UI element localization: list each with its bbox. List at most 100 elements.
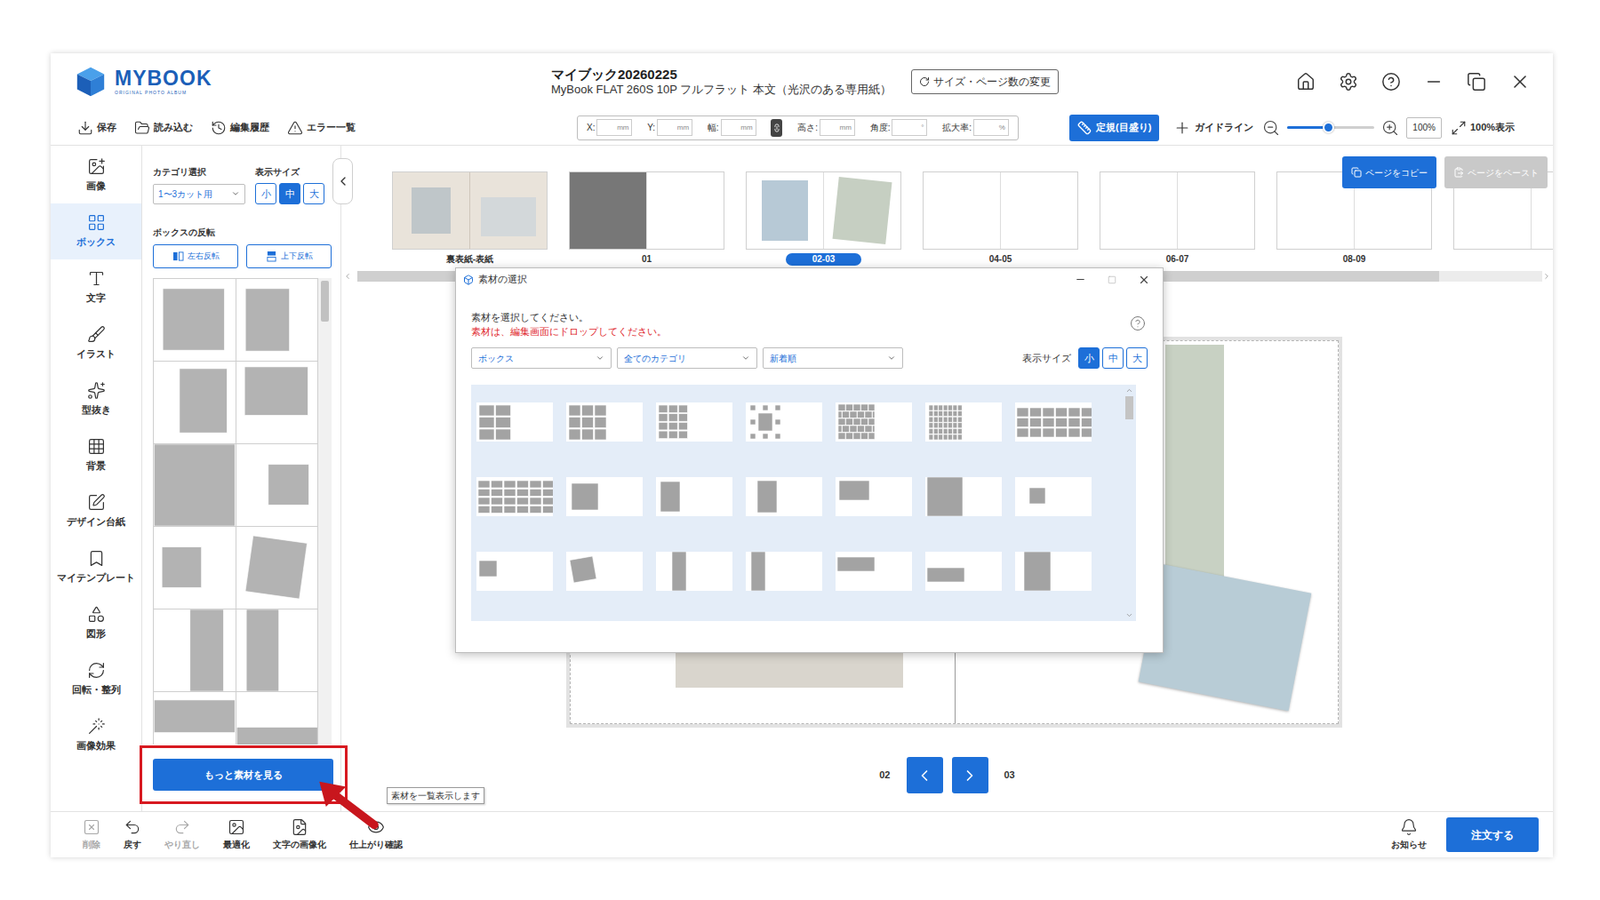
material-item[interactable] xyxy=(835,552,912,592)
material-item[interactable] xyxy=(745,402,823,442)
notice-button[interactable]: お知らせ xyxy=(1391,818,1427,852)
sidebar-item[interactable]: マイテンプレート xyxy=(50,539,142,596)
box-item[interactable] xyxy=(153,527,237,610)
material-item[interactable] xyxy=(476,477,553,517)
next-page-button[interactable] xyxy=(952,757,989,794)
material-item[interactable] xyxy=(835,477,912,517)
sidebar-item[interactable]: 画像 xyxy=(50,147,142,204)
material-item[interactable] xyxy=(566,402,643,442)
zoom-slider[interactable] xyxy=(1287,126,1375,129)
sidebar-item[interactable]: デザイン台紙 xyxy=(50,483,142,540)
sidebar-item[interactable]: 画像効果 xyxy=(50,707,142,764)
size-change-button[interactable]: サイズ・ページ数の変更 xyxy=(911,69,1059,95)
minimize-icon[interactable] xyxy=(1074,273,1087,286)
slider-thumb[interactable] xyxy=(1322,121,1335,134)
box-item[interactable] xyxy=(236,361,320,445)
bottom-action[interactable]: 文字の画像化 xyxy=(272,818,327,852)
filter-select[interactable]: ボックス xyxy=(471,347,612,369)
material-item[interactable] xyxy=(925,477,1002,517)
size-button[interactable]: 中 xyxy=(279,183,301,205)
copy-page-button[interactable]: ページをコピー xyxy=(1342,156,1437,189)
sidebar-item[interactable]: 図形 xyxy=(50,595,142,652)
order-button[interactable]: 注文する xyxy=(1446,817,1539,853)
material-item[interactable] xyxy=(476,402,553,442)
restore-icon[interactable] xyxy=(1466,72,1487,92)
material-item[interactable] xyxy=(566,552,643,592)
flip-button[interactable]: 上下反転 xyxy=(246,244,332,269)
sidebar-item[interactable]: 型抜き xyxy=(50,371,142,428)
prev-page-button[interactable] xyxy=(906,757,944,794)
guideline-button[interactable]: ガイドライン xyxy=(1173,119,1254,137)
fit-button[interactable]: 100%表示 xyxy=(1450,120,1515,136)
category-select[interactable]: 1〜3カット用 xyxy=(152,184,246,205)
ruler-button[interactable]: 定規(目盛り) xyxy=(1069,114,1160,142)
zoom-value[interactable]: 100% xyxy=(1406,117,1442,139)
sidebar-item[interactable]: 背景 xyxy=(50,427,142,484)
sidebar-item[interactable]: ボックス xyxy=(50,203,142,260)
box-item[interactable] xyxy=(236,692,320,745)
field-input[interactable]: mm xyxy=(596,119,632,136)
more-materials-button[interactable]: もっと素材を見る xyxy=(152,759,334,792)
size-button[interactable]: 中 xyxy=(1102,347,1124,369)
page-thumbnail[interactable]: 01 xyxy=(568,171,725,266)
box-item[interactable] xyxy=(153,692,237,745)
close-icon[interactable] xyxy=(1509,71,1531,93)
zoom-out-icon[interactable] xyxy=(1262,119,1280,137)
material-item[interactable] xyxy=(656,552,733,592)
box-item[interactable] xyxy=(236,609,320,693)
minimize-icon[interactable] xyxy=(1424,72,1444,92)
size-button[interactable]: 小 xyxy=(255,183,277,205)
dialog-scrollbar[interactable] xyxy=(1123,384,1136,622)
size-button[interactable]: 小 xyxy=(1078,347,1100,369)
sidebar-item[interactable]: 文字 xyxy=(50,259,142,316)
material-item[interactable] xyxy=(1015,477,1092,517)
filter-select[interactable]: 全てのカテゴリ xyxy=(616,347,758,369)
box-item[interactable] xyxy=(153,444,237,528)
material-item[interactable] xyxy=(1015,552,1092,592)
filter-select[interactable]: 新着順 xyxy=(762,347,904,369)
box-item[interactable] xyxy=(236,527,320,610)
box-item[interactable] xyxy=(153,609,237,693)
material-item[interactable] xyxy=(745,552,823,592)
chevron-right-icon[interactable] xyxy=(1542,272,1552,281)
toolbar-button[interactable]: 保存 xyxy=(77,120,117,136)
bottom-action[interactable]: 最適化 xyxy=(223,818,250,852)
page-thumbnail[interactable]: 06-07 xyxy=(1099,171,1256,266)
field-input[interactable]: mm xyxy=(819,119,856,136)
field-input[interactable]: mm xyxy=(720,119,757,136)
chevron-left-icon[interactable] xyxy=(343,272,352,281)
toolbar-button[interactable]: エラー一覧 xyxy=(287,120,356,136)
material-item[interactable] xyxy=(656,477,733,517)
bottom-action[interactable]: 戻す xyxy=(123,818,142,852)
box-item[interactable] xyxy=(153,361,237,445)
box-item[interactable] xyxy=(236,444,320,528)
sidebar-item[interactable]: イラスト xyxy=(50,315,142,372)
field-input[interactable]: % xyxy=(973,119,1009,136)
chevron-down-icon[interactable] xyxy=(1125,611,1134,620)
box-item[interactable] xyxy=(236,279,320,362)
flip-button[interactable]: 左右反転 xyxy=(152,244,239,269)
toolbar-button[interactable]: 編集履歴 xyxy=(210,120,270,136)
help-icon[interactable] xyxy=(1129,315,1146,332)
chevron-up-icon[interactable] xyxy=(1125,386,1134,395)
material-item[interactable] xyxy=(476,552,553,592)
page-thumbnail[interactable]: 裏表紙-表紙 xyxy=(392,171,548,266)
size-button[interactable]: 大 xyxy=(303,183,325,205)
aspect-lock[interactable] xyxy=(770,119,783,137)
material-item[interactable] xyxy=(835,402,912,442)
material-item[interactable] xyxy=(566,477,643,517)
page-thumbnail[interactable]: 04-05 xyxy=(922,171,1079,266)
field-input[interactable]: mm xyxy=(656,119,693,136)
sidebar-item[interactable]: 回転・整列 xyxy=(50,651,142,708)
field-input[interactable]: ° xyxy=(891,119,928,136)
size-button[interactable]: 大 xyxy=(1126,347,1148,369)
material-item[interactable] xyxy=(925,402,1002,442)
home-icon[interactable] xyxy=(1296,72,1316,92)
photo[interactable] xyxy=(1138,564,1312,712)
material-item[interactable] xyxy=(925,552,1002,592)
material-item[interactable] xyxy=(1015,402,1092,442)
material-item[interactable] xyxy=(745,477,823,517)
help-icon[interactable] xyxy=(1381,72,1401,92)
material-item[interactable] xyxy=(656,402,733,442)
photo[interactable] xyxy=(1165,344,1224,578)
